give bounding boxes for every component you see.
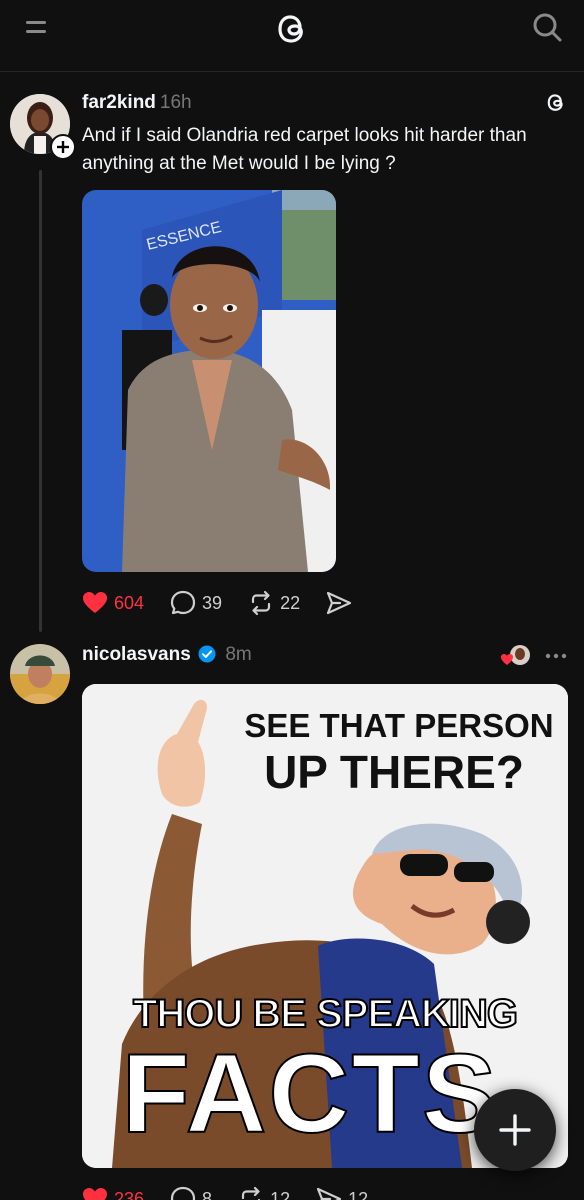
plus-icon [499,1114,531,1146]
post-text: And if I said Olandria red carpet looks … [82,125,527,174]
reply-count: 8 [202,1188,213,1200]
thread-line [39,170,42,632]
like-count: 604 [114,592,145,613]
reply-count: 39 [202,592,223,613]
threads-badge-icon[interactable] [544,90,568,114]
liked-by-icon [501,645,530,665]
share-count: 12 [348,1188,369,1200]
post-author[interactable]: far2kind 16h [82,92,192,114]
menu-icon[interactable] [24,16,50,38]
meme-top-line-2: UP THERE? [264,746,524,798]
post-actions: 604 39 22 [82,588,384,618]
reply-button[interactable]: 8 [170,1186,212,1200]
like-count: 236 [114,1188,145,1200]
follow-plus-icon[interactable] [50,134,76,160]
timestamp: 16h [159,92,192,113]
liked-by-avatar[interactable] [500,642,532,670]
post-actions: 236 8 12 12 [82,1184,394,1200]
red-carpet-photo: ESSENCE [82,190,336,572]
repost-icon [241,1186,261,1200]
avatar-image [10,644,70,704]
repost-count: 12 [270,1188,291,1200]
share-button[interactable]: 12 [316,1187,368,1200]
repost-button[interactable]: 12 [238,1186,290,1200]
avatar[interactable] [10,644,70,704]
share-button[interactable] [326,591,358,615]
timestamp: 8m [225,644,252,665]
meme-top-line-1: SEE THAT PERSON [244,707,554,744]
heart-filled-icon [83,1188,107,1200]
post-photo[interactable]: ESSENCE [82,190,336,572]
compose-button[interactable] [474,1089,556,1171]
like-button[interactable]: 604 [82,591,144,615]
top-bar [0,0,584,72]
send-icon [327,591,352,615]
send-icon [316,1187,342,1200]
post-far2kind[interactable]: far2kind 16h And if I said Olandria red c… [0,72,584,632]
search-icon[interactable] [530,10,564,44]
verified-badge-icon [198,645,216,663]
like-button[interactable]: 236 [82,1187,144,1200]
threads-logo-icon[interactable] [272,8,312,48]
post-author[interactable]: nicolasvans 8m [82,644,252,666]
repost-count: 22 [280,592,301,613]
meme-top-text: SEE THAT PERSON UP THERE? [234,706,564,798]
username[interactable]: far2kind [82,92,156,113]
comment-icon [170,590,196,615]
heart-filled-icon [83,592,107,613]
comment-icon [170,1186,196,1200]
username[interactable]: nicolasvans [82,644,191,665]
reply-button[interactable]: 39 [170,590,222,616]
repost-icon [251,590,271,616]
more-options-icon[interactable] [544,652,568,660]
repost-button[interactable]: 22 [248,590,300,616]
